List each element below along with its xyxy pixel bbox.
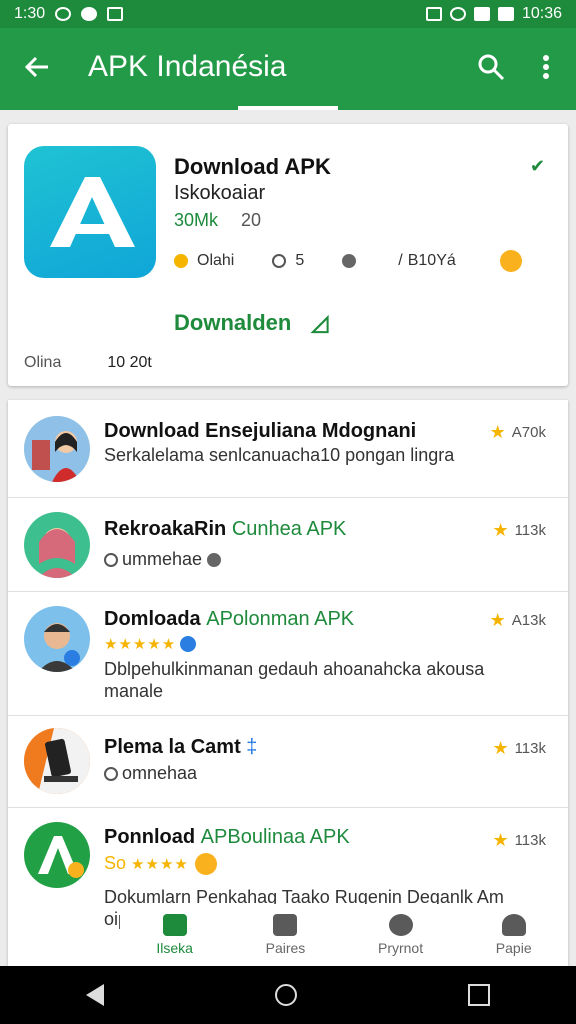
status-bar: 1:30 10:36 xyxy=(0,0,576,28)
app-logo-icon xyxy=(24,146,156,278)
pencil-icon: / xyxy=(398,252,403,269)
tab-indicator xyxy=(238,106,338,110)
list-item-rating: ★ A70k xyxy=(489,422,546,442)
app-developer: Iskokoaiar xyxy=(174,182,266,204)
system-navigation-bar xyxy=(0,966,576,1024)
list-item-rating: ★ 113k xyxy=(492,738,546,758)
nav-item-chat[interactable]: Pryrnot xyxy=(378,914,423,956)
nav-item-profile[interactable]: Papie xyxy=(496,914,532,956)
app-version: 20 xyxy=(241,210,262,230)
app-name: Download APK xyxy=(174,154,331,179)
status-clock: 10:36 xyxy=(521,5,562,22)
list-item-meta: ummehae xyxy=(104,548,524,570)
system-recents-icon[interactable] xyxy=(468,984,491,1006)
avatar xyxy=(24,512,90,578)
cloud-icon xyxy=(81,7,98,21)
star-icon: ★ xyxy=(492,738,509,758)
globe-icon xyxy=(207,553,222,568)
refresh-icon xyxy=(272,254,287,268)
stat-downloads: Olahi xyxy=(174,252,234,270)
star-icon: ★ xyxy=(489,610,506,630)
signal-icon xyxy=(473,7,490,21)
system-back-icon[interactable] xyxy=(85,984,104,1006)
clock-icon xyxy=(104,553,118,568)
list-item-stars: ★★★★★ xyxy=(104,632,524,656)
stat-emoji xyxy=(494,250,522,272)
featured-app-card[interactable]: Download APK ✔ Iskokoaiar 30Mk 20 Olahi … xyxy=(8,124,568,386)
list-item-title: Plema la Camt ‡ xyxy=(104,736,258,758)
more-vert-icon[interactable] xyxy=(536,52,556,82)
home-icon xyxy=(162,914,187,936)
app-bar: APK Indanésia xyxy=(0,28,576,110)
download-icon xyxy=(174,254,188,268)
list-item-title: Download Ensejuliana Mdognani xyxy=(104,420,417,442)
back-arrow-icon[interactable] xyxy=(22,52,52,82)
list-item-meta: So ★★★★ xyxy=(104,852,524,876)
stat-rating: 5 xyxy=(272,252,304,270)
image-icon xyxy=(107,7,124,21)
stat-edit: / B10Yá xyxy=(398,252,456,269)
list-item-meta: omnehaa xyxy=(104,762,524,784)
notification-icon xyxy=(55,7,72,21)
external-link-icon: ◿ xyxy=(311,310,329,335)
nav-item-home[interactable]: Ilseka xyxy=(156,914,193,956)
app-list: Download Ensejuliana Mdognani Serkalelam… xyxy=(8,400,568,970)
list-item-title: RekroakaRin Cunhea APK xyxy=(104,518,347,540)
pages-icon xyxy=(273,914,298,936)
rating-stars: ★★★★★ xyxy=(104,636,177,653)
star-icon: ★ xyxy=(489,422,506,442)
nfc-icon xyxy=(425,7,442,21)
system-home-icon[interactable] xyxy=(274,984,297,1006)
download-button[interactable]: Downalden ◿ xyxy=(174,310,328,336)
stat-shield xyxy=(342,254,360,268)
list-item[interactable]: Download Ensejuliana Mdognani Serkalelam… xyxy=(8,400,568,498)
app-sub-info: Olina 10 20t xyxy=(24,354,152,371)
list-item-desc: Dblpehulkinmanan gedauh ahoanahcka akous… xyxy=(104,659,485,701)
shield-icon xyxy=(342,254,357,268)
list-item[interactable]: Plema la Camt ‡ omnehaa ★ 113k xyxy=(8,716,568,808)
expand-icon[interactable]: ✔ xyxy=(530,156,545,177)
list-item[interactable]: RekroakaRin Cunhea APK ummehae ★ 113k xyxy=(8,498,568,592)
avatar xyxy=(24,416,90,482)
battery-icon xyxy=(497,7,514,21)
page-title: APK Indanésia xyxy=(88,50,287,83)
rating-stars: ★★★★ xyxy=(131,856,189,873)
list-item-rating: ★ A13k xyxy=(489,610,546,630)
star-icon: ★ xyxy=(492,520,509,540)
clock-icon xyxy=(104,767,118,782)
list-item-rating: ★ 113k xyxy=(492,830,546,850)
avatar xyxy=(24,728,90,794)
list-item[interactable]: Domloada APolonman APK ★★★★★ Dblpehulkin… xyxy=(8,592,568,716)
list-item-desc: Serkalelama senlcanuacha10 pongan lingra xyxy=(104,445,455,465)
avatar xyxy=(24,822,90,888)
list-item-title: Ponnload APBoulinaa APK xyxy=(104,826,350,848)
verified-icon xyxy=(180,636,197,653)
search-icon[interactable] xyxy=(476,52,506,82)
profile-icon xyxy=(501,914,526,936)
bottom-navigation: Ilseka Paires Pryrnot Papie xyxy=(120,904,568,966)
list-item-title: Domloada APolonman APK xyxy=(104,608,355,630)
app-size: 30Mk xyxy=(174,210,219,230)
star-icon: ★ xyxy=(492,830,509,850)
nav-item-pages[interactable]: Paires xyxy=(266,914,305,956)
wifi-icon xyxy=(449,7,466,21)
chat-icon xyxy=(388,914,413,936)
app-meta: 30Mk 20 xyxy=(174,210,261,231)
status-time: 1:30 xyxy=(14,5,46,22)
emoji-icon xyxy=(499,250,522,272)
list-item-rating: ★ 113k xyxy=(492,520,546,540)
avatar xyxy=(24,606,90,672)
app-stats: Olahi 5 /B10Yá xyxy=(174,250,560,272)
emoji-icon xyxy=(194,853,217,876)
